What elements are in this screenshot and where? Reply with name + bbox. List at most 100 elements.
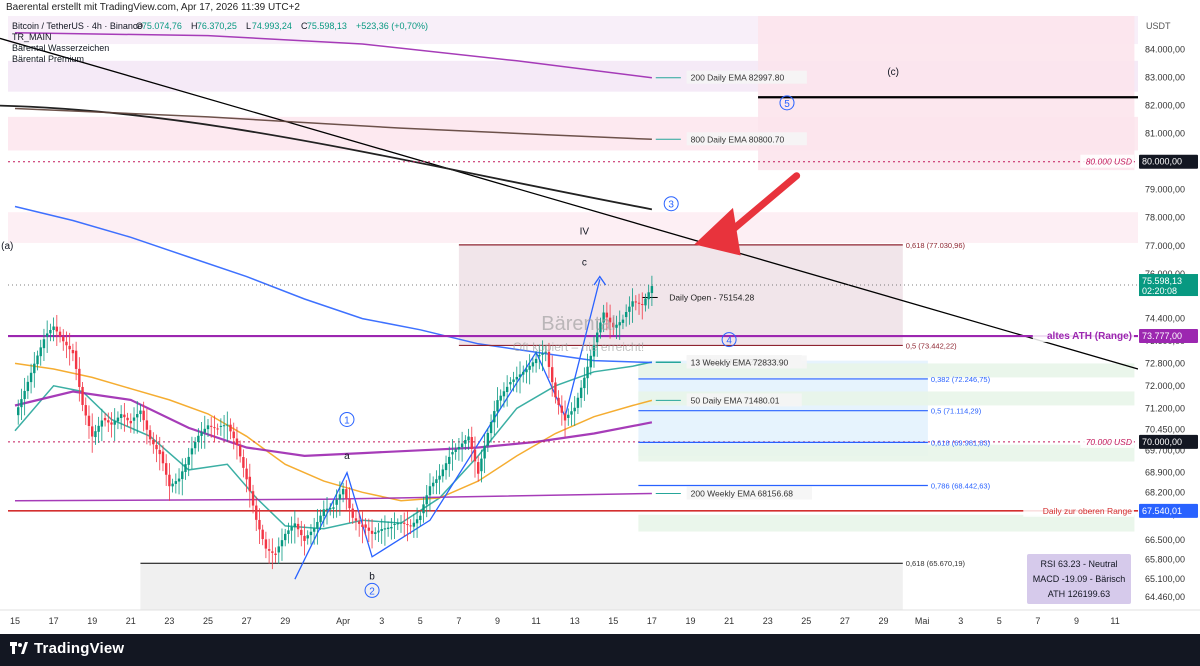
- candle-body-94: [316, 521, 319, 529]
- level-label-4: Daily Open - 75154.28: [669, 292, 754, 302]
- time-tick-3: 21: [126, 616, 136, 626]
- candle-body-71: [242, 457, 245, 468]
- candle-body-148: [489, 422, 493, 434]
- candle-body-16: [65, 341, 68, 346]
- fib-upper-label-0: 0,618 (77.030,96): [906, 241, 966, 250]
- price-chart[interactable]: 13 Daily EMA 72852.0850 Daily EMA 71480.…: [0, 16, 1200, 634]
- wave-label-5: c: [582, 258, 587, 269]
- candle-body-39: [139, 410, 142, 415]
- time-tick-22: 29: [878, 616, 888, 626]
- legend-open: 75.074,76: [142, 21, 182, 31]
- candle-body-43: [152, 439, 155, 445]
- candle-body-58: [200, 432, 203, 436]
- candle-body-13: [55, 326, 59, 332]
- green-zone-3: [638, 444, 1135, 462]
- candle-body-159: [525, 369, 528, 373]
- candle-body-21: [81, 386, 84, 405]
- candle-body-155: [512, 379, 515, 382]
- candle-body-51: [177, 478, 181, 482]
- level-label-2: altes ATH (Range): [1047, 331, 1132, 342]
- candle-body-90: [303, 535, 306, 541]
- stats-line-2: ATH 126199.63: [1048, 589, 1110, 599]
- candle-body-63: [216, 428, 219, 430]
- candle-body-134: [444, 463, 448, 471]
- candle-body-46: [161, 451, 165, 464]
- candle-body-105: [351, 508, 354, 518]
- time-tick-16: 17: [647, 616, 657, 626]
- price-tick-5: 78.000,00: [1145, 213, 1185, 223]
- candle-body-177: [583, 377, 586, 389]
- candle-body-131: [435, 479, 438, 483]
- time-tick-21: 27: [840, 616, 850, 626]
- candle-body-117: [390, 526, 393, 529]
- candle-body-149: [493, 411, 496, 423]
- candle-body-96: [322, 509, 325, 517]
- candle-body-197: [647, 292, 650, 300]
- price-tick-20: 65.100,00: [1145, 574, 1185, 584]
- time-tick-10: 5: [418, 616, 423, 626]
- candle-body-119: [396, 523, 399, 525]
- candle-body-9: [42, 339, 46, 349]
- candle-body-126: [419, 515, 422, 520]
- candle-body-133: [441, 469, 445, 477]
- price-tick-6: 77.000,00: [1145, 241, 1185, 251]
- candle-body-3: [23, 390, 26, 400]
- candle-body-64: [219, 425, 223, 427]
- level-label-0: 80.000 USD: [1086, 157, 1132, 167]
- ema-label-5: 13 Weekly EMA 72833.90: [691, 357, 789, 367]
- candle-body-85: [287, 530, 290, 534]
- candle-body-68: [232, 431, 235, 439]
- legend-indicator-2: Bärental Premium: [12, 54, 84, 64]
- candle-body-151: [499, 395, 502, 401]
- bottom-zone: [140, 563, 903, 610]
- candle-body-28: [103, 417, 107, 421]
- time-tick-19: 23: [763, 616, 773, 626]
- time-tick-1: 17: [49, 616, 59, 626]
- candle-body-53: [184, 464, 187, 472]
- time-tick-20: 25: [801, 616, 811, 626]
- candle-body-74: [251, 491, 255, 506]
- fib-lower-label-3: 0,786 (68.442,63): [931, 482, 991, 491]
- candle-body-45: [158, 449, 161, 455]
- candle-body-50: [174, 481, 178, 484]
- candle-body-27: [100, 420, 104, 427]
- candle-body-100: [335, 499, 338, 505]
- price-tick-16: 68.200,00: [1145, 487, 1185, 497]
- candle-body-140: [464, 440, 467, 444]
- candle-body-178: [586, 366, 589, 379]
- candle-body-128: [425, 495, 428, 505]
- price-axis[interactable]: 84.000,00 83.000,00 82.000,00 81.000,00 79.0…: [1138, 16, 1200, 610]
- wave-label-6: 4: [726, 336, 732, 347]
- candle-body-103: [345, 489, 348, 499]
- candle-body-193: [634, 301, 638, 303]
- current-price-countdown: 02:20:08: [1142, 286, 1177, 296]
- candle-body-12: [52, 326, 55, 330]
- candle-body-62: [213, 427, 216, 429]
- candle-body-121: [403, 522, 406, 524]
- wave-label-10: 2: [369, 586, 375, 597]
- candle-body-194: [637, 302, 641, 304]
- time-tick-14: 13: [570, 616, 580, 626]
- chart-area[interactable]: 13 Daily EMA 72852.0850 Daily EMA 71480.…: [0, 16, 1200, 634]
- price-tick-12: 71.200,00: [1145, 403, 1185, 413]
- candle-body-189: [621, 319, 625, 323]
- candle-body-79: [267, 549, 271, 551]
- candle-body-198: [650, 286, 654, 294]
- candle-body-40: [142, 410, 145, 421]
- candle-body-196: [644, 298, 647, 306]
- candle-body-146: [483, 445, 486, 459]
- time-tick-4: 23: [164, 616, 174, 626]
- time-axis[interactable]: 15 17 19 21 23 25 27 29 Apr 3 5 7 9 11 13 15 17 19 21 23 25 2…: [0, 609, 1200, 626]
- candle-body-38: [136, 414, 139, 418]
- candle-body-44: [155, 444, 158, 450]
- time-tick-7: 29: [280, 616, 290, 626]
- candle-body-174: [573, 407, 576, 412]
- candle-body-145: [480, 458, 483, 472]
- candle-body-130: [431, 482, 435, 487]
- candle-body-173: [570, 411, 573, 415]
- candle-body-70: [238, 445, 242, 457]
- candle-body-168: [554, 382, 557, 398]
- level-label-1: 70.000 USD: [1086, 437, 1132, 447]
- tradingview-logo[interactable]: TradingView: [10, 640, 124, 657]
- candle-body-123: [409, 525, 412, 527]
